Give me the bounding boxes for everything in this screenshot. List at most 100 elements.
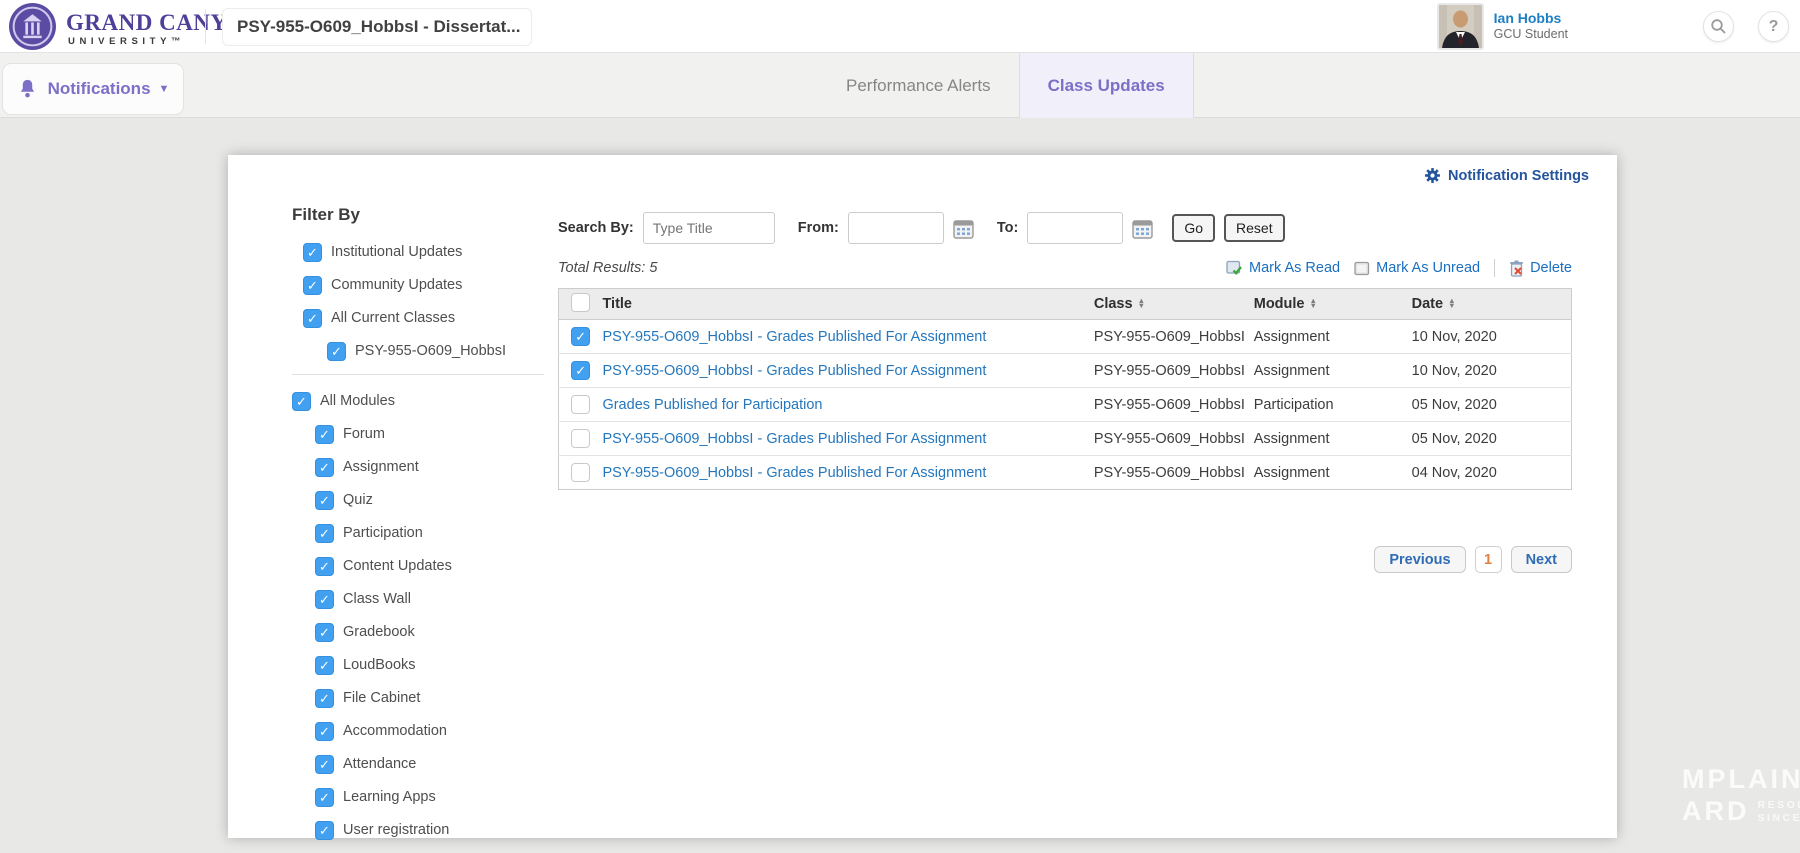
reset-button[interactable]: Reset [1224,214,1285,242]
filter-item-all-modules: All Modules [292,391,544,411]
calendar-icon[interactable] [1132,218,1153,239]
checkbox[interactable] [315,491,334,510]
filter-item-label: Gradebook [343,624,415,640]
pagination: Previous 1 Next [558,546,1580,573]
title-search-input[interactable] [643,212,775,244]
tab-label: Performance Alerts [846,76,991,96]
course-selector-dropdown[interactable]: PSY-955-O609_HobbsI - Dissertat... [222,8,532,46]
checkbox[interactable] [315,656,334,675]
header-divider [205,9,206,44]
go-button[interactable]: Go [1172,214,1215,242]
checkbox[interactable] [315,458,334,477]
watermark-line1: MPLAINTS [1682,764,1800,795]
from-date-input[interactable] [848,212,944,244]
mark-as-read-link[interactable]: Mark As Read [1226,260,1340,276]
checkbox[interactable] [315,821,334,840]
search-button[interactable] [1703,11,1734,42]
bell-icon [17,78,38,100]
notification-title-link[interactable]: PSY-955-O609_HobbsI - Grades Published F… [602,465,986,481]
filter-item-loudbooks: LoudBooks [315,655,544,675]
column-header-date[interactable]: Date ▲▼ [1412,289,1572,320]
checkbox[interactable] [315,722,334,741]
checkbox[interactable] [327,342,346,361]
row-checkbox[interactable] [571,463,590,482]
help-button[interactable]: ? [1758,11,1789,42]
mark-as-unread-link[interactable]: Mark As Unread [1354,260,1480,276]
caret-down-icon: ▼ [159,83,170,95]
page-number[interactable]: 1 [1475,546,1502,573]
tab-performance-alerts[interactable]: Performance Alerts [818,53,1019,118]
filter-item-accommodation: Accommodation [315,721,544,741]
help-icon: ? [1769,18,1779,36]
calendar-icon[interactable] [953,218,974,239]
delete-link[interactable]: Delete [1509,260,1572,277]
user-meta: Ian Hobbs GCU Student [1494,10,1568,43]
notification-title-link[interactable]: PSY-955-O609_HobbsI - Grades Published F… [602,363,986,379]
checkbox[interactable] [315,590,334,609]
row-checkbox[interactable] [571,395,590,414]
mark-read-icon [1226,260,1243,276]
column-header-module[interactable]: Module ▲▼ [1254,289,1412,320]
checkbox[interactable] [315,623,334,642]
cell-date: 05 Nov, 2020 [1412,388,1572,422]
checkbox[interactable] [315,425,334,444]
filter-item-label: Class Wall [343,591,411,607]
avatar[interactable] [1437,3,1484,50]
checkbox[interactable] [315,557,334,576]
filter-item-label: Assignment [343,459,419,475]
cell-date: 04 Nov, 2020 [1412,456,1572,490]
checkbox[interactable] [315,524,334,543]
filter-divider [292,374,544,375]
row-checkbox[interactable] [571,361,590,380]
previous-page-button[interactable]: Previous [1374,546,1465,573]
filter-item-label: Accommodation [343,723,447,739]
filter-item-attendance: Attendance [315,754,544,774]
notification-title-link[interactable]: Grades Published for Participation [602,397,822,413]
to-date-input[interactable] [1027,212,1123,244]
next-page-button[interactable]: Next [1511,546,1572,573]
notification-settings-link[interactable]: Notification Settings [1424,167,1589,184]
top-header: GRAND CANYON UNIVERSITY™ PSY-955-O609_Ho… [0,0,1800,53]
notification-title-link[interactable]: PSY-955-O609_HobbsI - Grades Published F… [602,431,986,447]
cell-module: Participation [1254,388,1412,422]
user-box[interactable]: Ian Hobbs GCU Student [1437,3,1568,50]
column-header-class[interactable]: Class ▲▼ [1094,289,1254,320]
table-row: Grades Published for Participation PSY-9… [559,388,1572,422]
gcu-seal-icon [8,2,57,51]
checkbox[interactable] [303,243,322,262]
row-checkbox[interactable] [571,429,590,448]
mark-unread-icon [1354,261,1370,276]
sort-icon[interactable]: ▲▼ [1138,299,1145,308]
notifications-table: Title Class ▲▼ Module [558,288,1572,490]
select-all-checkbox[interactable] [571,293,590,312]
sort-icon[interactable]: ▲▼ [1310,299,1317,308]
filter-item-participation: Participation [315,523,544,543]
checkbox[interactable] [315,689,334,708]
mark-as-unread-label: Mark As Unread [1376,260,1480,276]
complaintsboard-watermark: MPLAINTS ARD RESOLVING SINCE 2004 [1682,764,1800,827]
search-row: Search By: From: To: [558,211,1580,245]
table-row: PSY-955-O609_HobbsI - Grades Published F… [559,320,1572,354]
row-checkbox[interactable] [571,327,590,346]
table-row: PSY-955-O609_HobbsI - Grades Published F… [559,422,1572,456]
filter-item-label: PSY-955-O609_HobbsI [355,343,506,359]
filter-sidebar: Filter By Institutional Updates Communit… [292,205,544,853]
filter-item-institutional-updates: Institutional Updates [303,242,544,262]
cell-module: Assignment [1254,456,1412,490]
checkbox[interactable] [315,755,334,774]
sort-icon[interactable]: ▲▼ [1448,299,1455,308]
chevron-down-icon [520,23,521,32]
notifications-dropdown-button[interactable]: Notifications ▼ [2,63,184,115]
filter-item-gradebook: Gradebook [315,622,544,642]
checkbox[interactable] [303,276,322,295]
table-header-row: Title Class ▲▼ Module [559,289,1572,320]
user-name[interactable]: Ian Hobbs [1494,10,1568,28]
checkbox[interactable] [315,788,334,807]
tab-class-updates[interactable]: Class Updates [1019,53,1194,118]
notification-title-link[interactable]: PSY-955-O609_HobbsI - Grades Published F… [602,329,986,345]
checkbox[interactable] [303,309,322,328]
cell-class: PSY-955-O609_HobbsI [1094,388,1254,422]
notifications-label: Notifications [48,79,151,99]
table-row: PSY-955-O609_HobbsI - Grades Published F… [559,456,1572,490]
checkbox[interactable] [292,392,311,411]
